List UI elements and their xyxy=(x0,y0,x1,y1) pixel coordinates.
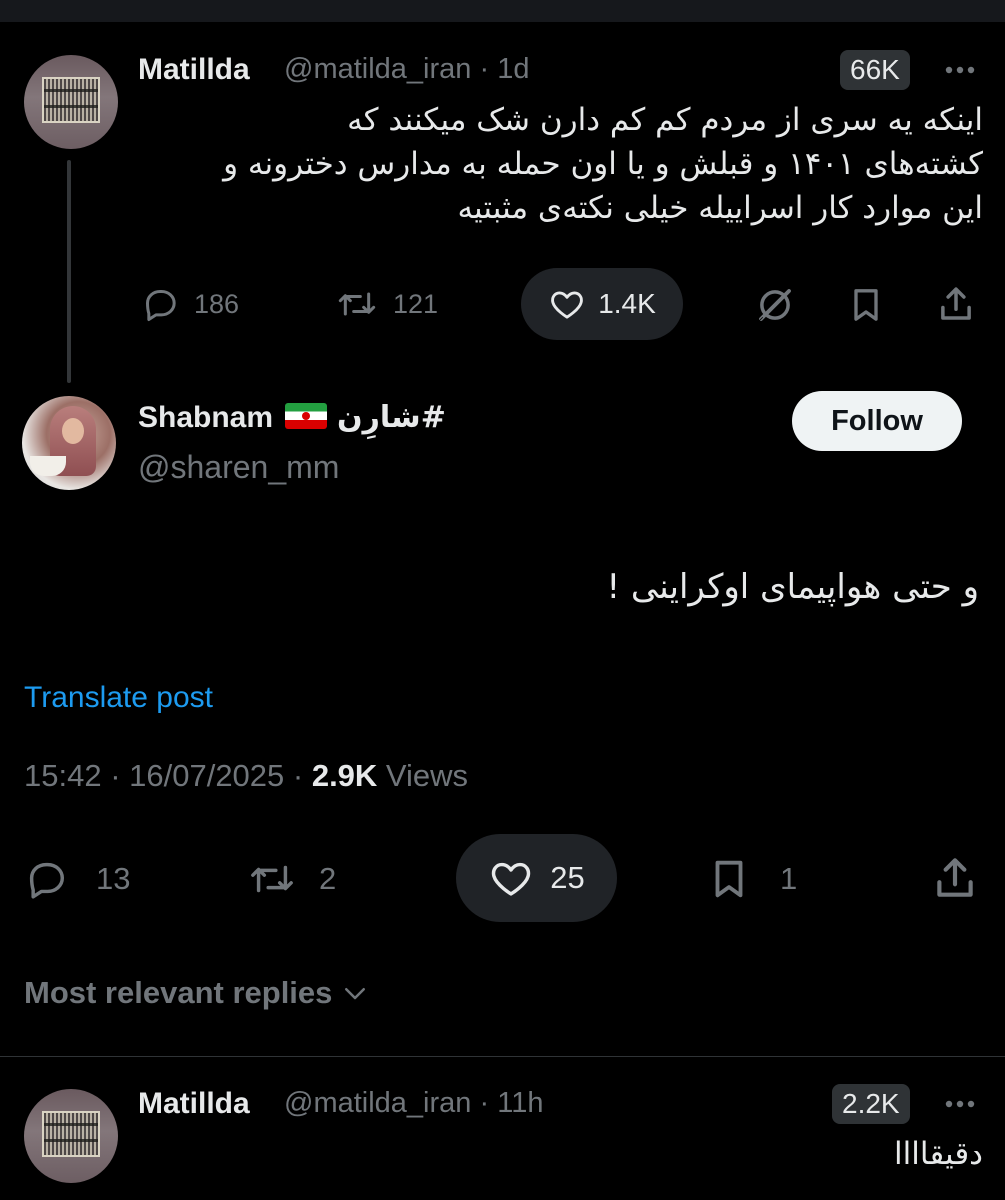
reply-count: 186 xyxy=(194,288,240,319)
views-label: Views xyxy=(377,758,469,793)
repost-count: 121 xyxy=(393,288,439,319)
heart-icon xyxy=(551,291,584,319)
tweet-age: 11h xyxy=(497,1087,544,1119)
bookmark-icon[interactable] xyxy=(846,284,886,326)
author-name[interactable]: Shabnam شارِن# xyxy=(138,400,446,435)
heart-icon xyxy=(492,862,531,896)
like-button[interactable]: 1.4K xyxy=(521,268,683,340)
like-count: 1.4K xyxy=(598,288,656,319)
replies-sort-dropdown[interactable]: Most relevant replies xyxy=(24,975,370,1011)
chevron-down-icon xyxy=(345,988,366,1000)
author-handle[interactable]: @sharen_mm xyxy=(138,449,339,486)
author-name[interactable]: Matillda xyxy=(138,53,250,87)
repost-icon xyxy=(338,292,376,316)
avatar[interactable] xyxy=(24,1089,118,1183)
tweet-text-line: اینکه یه سری از مردم کم کم دارن شک میکنن… xyxy=(347,102,983,138)
reply-count: 13 xyxy=(96,861,131,896)
separator: · xyxy=(479,1087,490,1119)
author-display-name: Shabnam xyxy=(138,401,274,434)
follow-button[interactable]: Follow xyxy=(792,391,962,451)
share-icon[interactable] xyxy=(935,282,977,326)
views-badge[interactable]: 2.2K xyxy=(832,1084,910,1124)
top-bar xyxy=(0,0,1005,22)
repost-icon xyxy=(251,865,293,893)
divider xyxy=(0,1056,1005,1057)
thread-connector-line xyxy=(67,160,71,383)
handle-text: @matilda_iran xyxy=(284,1087,472,1119)
timestamp[interactable]: 15:42 · 16/07/2025 · xyxy=(24,758,312,793)
bookmark-count: 1 xyxy=(780,861,798,896)
author-handle[interactable]: @matilda_iran · 1d xyxy=(284,53,529,86)
tweet-age: 1d xyxy=(497,53,530,85)
reply-icon xyxy=(29,862,65,899)
handle-text: @matilda_iran xyxy=(284,53,472,85)
bookmark-button[interactable]: 1 xyxy=(706,854,797,904)
grok-icon[interactable] xyxy=(754,284,796,326)
translate-post-link[interactable]: Translate post xyxy=(24,681,213,715)
views-badge[interactable]: 66K xyxy=(840,50,910,90)
bookmark-icon xyxy=(715,860,743,898)
avatar-cup xyxy=(30,456,66,476)
author-handle[interactable]: @matilda_iran · 11h xyxy=(284,1087,543,1120)
replies-sort-label: Most relevant replies xyxy=(24,975,333,1010)
reply-button[interactable]: 13 xyxy=(22,856,130,902)
tweet-meta: 15:42 · 16/07/2025 · 2.9K Views xyxy=(24,758,468,794)
iran-flag-icon xyxy=(285,403,328,429)
more-icon[interactable] xyxy=(940,50,980,90)
repost-count: 2 xyxy=(319,861,337,896)
tweet-text: اینکه یه سری از مردم کم کم دارن شک میکنن… xyxy=(138,98,983,230)
like-count: 25 xyxy=(550,860,585,895)
views-count: 2.9K xyxy=(311,758,378,793)
tweet-text: دقیقاااا xyxy=(894,1136,983,1172)
avatar[interactable] xyxy=(24,55,118,149)
avatar-face xyxy=(62,418,84,444)
separator: · xyxy=(479,53,490,85)
repost-button[interactable]: 121 xyxy=(335,284,438,324)
repost-button[interactable]: 2 xyxy=(245,856,336,902)
author-name[interactable]: Matillda xyxy=(138,1087,250,1121)
tweet-text-line: کشته‌های ۱۴۰۱ و قبلش و یا اون حمله به مد… xyxy=(223,146,983,182)
author-hashtag: شارِن# xyxy=(337,400,446,435)
reply-icon xyxy=(146,290,176,321)
avatar-image xyxy=(42,77,100,123)
tweet-text: و حتی هواپیمای اوکراینی ! xyxy=(606,567,979,607)
reply-button[interactable]: 186 xyxy=(140,284,239,324)
tweet-text-line: این موارد کار اسراییله خیلی نکته‌ی مثبتی… xyxy=(457,190,983,226)
avatar[interactable] xyxy=(22,396,116,490)
share-icon[interactable] xyxy=(930,852,980,904)
avatar-image xyxy=(42,1111,100,1157)
more-icon[interactable] xyxy=(940,1084,980,1124)
like-button[interactable]: 25 xyxy=(456,834,617,922)
